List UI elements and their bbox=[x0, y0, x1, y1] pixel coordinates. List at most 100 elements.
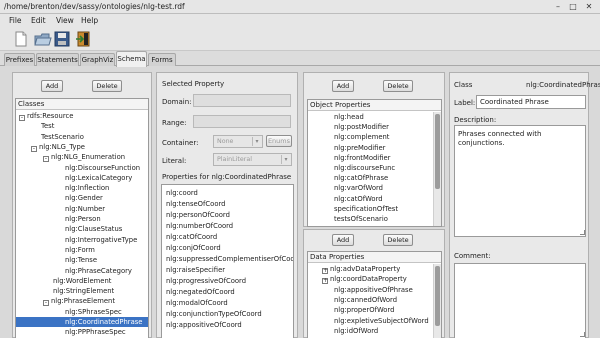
save-disk-icon[interactable] bbox=[53, 30, 71, 48]
data-property-item[interactable]: nlg:expletiveSubjectOfWord bbox=[334, 316, 429, 326]
collapse-toggle-icon[interactable]: - bbox=[43, 156, 49, 163]
tree-item[interactable]: nlg:CoordinatedPhrase bbox=[16, 317, 148, 327]
collapse-toggle-icon[interactable]: - bbox=[43, 300, 49, 307]
tree-item[interactable]: nlg:PhraseCategory bbox=[16, 266, 148, 276]
collapse-toggle-icon[interactable]: - bbox=[19, 115, 25, 121]
tree-item[interactable]: nlg:DiscourseFunction bbox=[16, 163, 148, 173]
literal-select[interactable]: PlainLiteral ▾ bbox=[213, 153, 292, 166]
minimize-button[interactable]: – bbox=[552, 2, 564, 12]
property-list-item[interactable]: nlg:conjOfCoord bbox=[166, 243, 221, 253]
property-list-item[interactable]: nlg:numberOfCoord bbox=[166, 221, 233, 231]
delete-class-button[interactable]: Delete bbox=[92, 80, 122, 92]
tree-item[interactable]: nlg:Form bbox=[16, 245, 148, 255]
object-property-item[interactable]: nlg:varOfWord bbox=[334, 183, 383, 193]
data-property-item[interactable]: nlg:properOfWord bbox=[334, 305, 394, 315]
tree-item[interactable]: - nlg:NLG_Type bbox=[16, 142, 148, 152]
object-property-item[interactable]: testsOfScenario bbox=[334, 214, 388, 224]
tree-item[interactable]: nlg:PPPhraseSpec bbox=[16, 327, 148, 337]
property-list-item[interactable]: nlg:raiseSpecifier bbox=[166, 265, 225, 275]
data-property-item[interactable]: + nlg:coordDataProperty bbox=[322, 274, 407, 285]
tree-item[interactable]: nlg:Tense bbox=[16, 255, 148, 265]
tab-graphviz[interactable]: GraphViz bbox=[80, 53, 115, 66]
maximize-button[interactable]: □ bbox=[567, 2, 579, 12]
scroll-thumb[interactable] bbox=[435, 114, 440, 189]
property-list-item[interactable]: nlg:catOfCoord bbox=[166, 232, 217, 242]
resize-grip-icon[interactable] bbox=[580, 230, 585, 235]
tree-item[interactable]: - nlg:PhraseElement bbox=[16, 296, 148, 307]
object-property-item[interactable]: nlg:preModifier bbox=[334, 143, 385, 153]
data-properties-scrollbar[interactable] bbox=[433, 264, 441, 338]
object-property-item[interactable]: nlg:discourseFunc bbox=[334, 163, 395, 173]
object-property-item[interactable]: nlg:catOfPhrase bbox=[334, 173, 388, 183]
object-properties-scrollbar[interactable] bbox=[433, 112, 441, 226]
tree-item[interactable]: nlg:Inflection bbox=[16, 183, 148, 193]
menu-edit[interactable]: Edit bbox=[31, 16, 46, 25]
object-property-item[interactable]: nlg:complement bbox=[334, 132, 389, 142]
description-field[interactable]: Phrases connected with conjunctions. bbox=[454, 125, 586, 237]
property-list-item[interactable]: nlg:negatedOfCoord bbox=[166, 287, 235, 297]
tree-item[interactable]: nlg:SPhraseSpec bbox=[16, 307, 148, 317]
tab-schema[interactable]: Schema bbox=[116, 51, 147, 67]
object-properties-header: Object Properties bbox=[308, 100, 441, 111]
tree-item-label: nlg:Person bbox=[65, 215, 101, 223]
exit-icon[interactable] bbox=[75, 30, 93, 48]
tab-statements[interactable]: Statements bbox=[36, 53, 79, 66]
object-property-item[interactable]: nlg:postModifier bbox=[334, 122, 389, 132]
new-document-icon[interactable] bbox=[12, 30, 30, 48]
expand-toggle-icon[interactable]: + bbox=[322, 268, 328, 274]
expand-toggle-icon[interactable]: + bbox=[322, 278, 328, 285]
menu-view[interactable]: View bbox=[56, 16, 74, 25]
resize-grip-icon[interactable] bbox=[580, 332, 585, 337]
tree-item[interactable]: nlg:InterrogativeType bbox=[16, 235, 148, 245]
object-property-item[interactable]: nlg:catOfWord bbox=[334, 194, 383, 204]
tree-item[interactable]: nlg:Number bbox=[16, 204, 148, 214]
domain-field[interactable] bbox=[193, 94, 291, 107]
tree-item[interactable]: nlg:LexicalCategory bbox=[16, 173, 148, 183]
property-list-item[interactable]: nlg:progressiveOfCoord bbox=[166, 276, 246, 286]
tree-item[interactable]: nlg:Person bbox=[16, 214, 148, 224]
tree-item[interactable]: Test bbox=[16, 121, 148, 131]
object-property-item[interactable]: nlg:head bbox=[334, 112, 364, 122]
property-list-item[interactable]: nlg:conjunctionTypeOfCoord bbox=[166, 309, 262, 319]
delete-object-property-button[interactable]: Delete bbox=[383, 80, 413, 92]
delete-data-property-button[interactable]: Delete bbox=[383, 234, 413, 246]
property-list-item[interactable]: nlg:appositiveOfCoord bbox=[166, 320, 242, 330]
tab-forms[interactable]: Forms bbox=[148, 53, 176, 66]
range-field[interactable] bbox=[193, 115, 291, 128]
tree-item[interactable]: - nlg:NLG_Enumeration bbox=[16, 152, 148, 163]
data-property-item[interactable]: + nlg:advDataProperty bbox=[322, 264, 400, 274]
tree-item[interactable]: nlg:StringElement bbox=[16, 286, 148, 296]
property-list-item[interactable]: nlg:suppressedComplementiserOfCoord bbox=[166, 254, 293, 264]
data-property-label: nlg:idOfWord bbox=[334, 326, 379, 335]
property-list-item[interactable]: nlg:modalOfCoord bbox=[166, 298, 228, 308]
tree-item[interactable]: - rdfs:Resource bbox=[16, 111, 148, 121]
menu-file[interactable]: File bbox=[9, 16, 22, 25]
add-object-property-button[interactable]: Add bbox=[332, 80, 354, 92]
tab-prefixes[interactable]: Prefixes bbox=[4, 53, 35, 66]
label-field[interactable]: Coordinated Phrase bbox=[476, 95, 586, 109]
tree-item[interactable]: TestScenario bbox=[16, 132, 148, 142]
collapse-toggle-icon[interactable]: - bbox=[31, 145, 37, 152]
tree-item[interactable]: nlg:Gender bbox=[16, 193, 148, 203]
enums-button[interactable]: Enums bbox=[266, 135, 292, 147]
container-select[interactable]: None ▾ bbox=[213, 135, 263, 148]
open-folder-icon[interactable] bbox=[34, 30, 52, 48]
menu-help[interactable]: Help bbox=[81, 16, 98, 25]
scroll-thumb[interactable] bbox=[435, 266, 440, 326]
tree-item[interactable]: nlg:ClauseStatus bbox=[16, 224, 148, 234]
tree-item-label: Test bbox=[41, 122, 55, 131]
property-list-item[interactable]: nlg:coord bbox=[166, 188, 198, 198]
add-class-button[interactable]: Add bbox=[41, 80, 63, 92]
selected-property-title: Selected Property bbox=[162, 80, 225, 88]
object-property-item[interactable]: specificationOfTest bbox=[334, 204, 398, 214]
property-list-item[interactable]: nlg:tenseOfCoord bbox=[166, 199, 225, 209]
property-list-item[interactable]: nlg:personOfCoord bbox=[166, 210, 230, 220]
tree-item[interactable]: nlg:WordElement bbox=[16, 276, 148, 286]
data-property-item[interactable]: nlg:cannedOfWord bbox=[334, 295, 397, 305]
object-property-item[interactable]: nlg:frontModifier bbox=[334, 153, 390, 163]
data-property-item[interactable]: nlg:idOfWord bbox=[334, 326, 378, 336]
comment-field[interactable] bbox=[454, 263, 586, 338]
data-property-item[interactable]: nlg:appositiveOfPhrase bbox=[334, 285, 413, 295]
close-button[interactable]: ✕ bbox=[583, 2, 595, 12]
add-data-property-button[interactable]: Add bbox=[332, 234, 354, 246]
